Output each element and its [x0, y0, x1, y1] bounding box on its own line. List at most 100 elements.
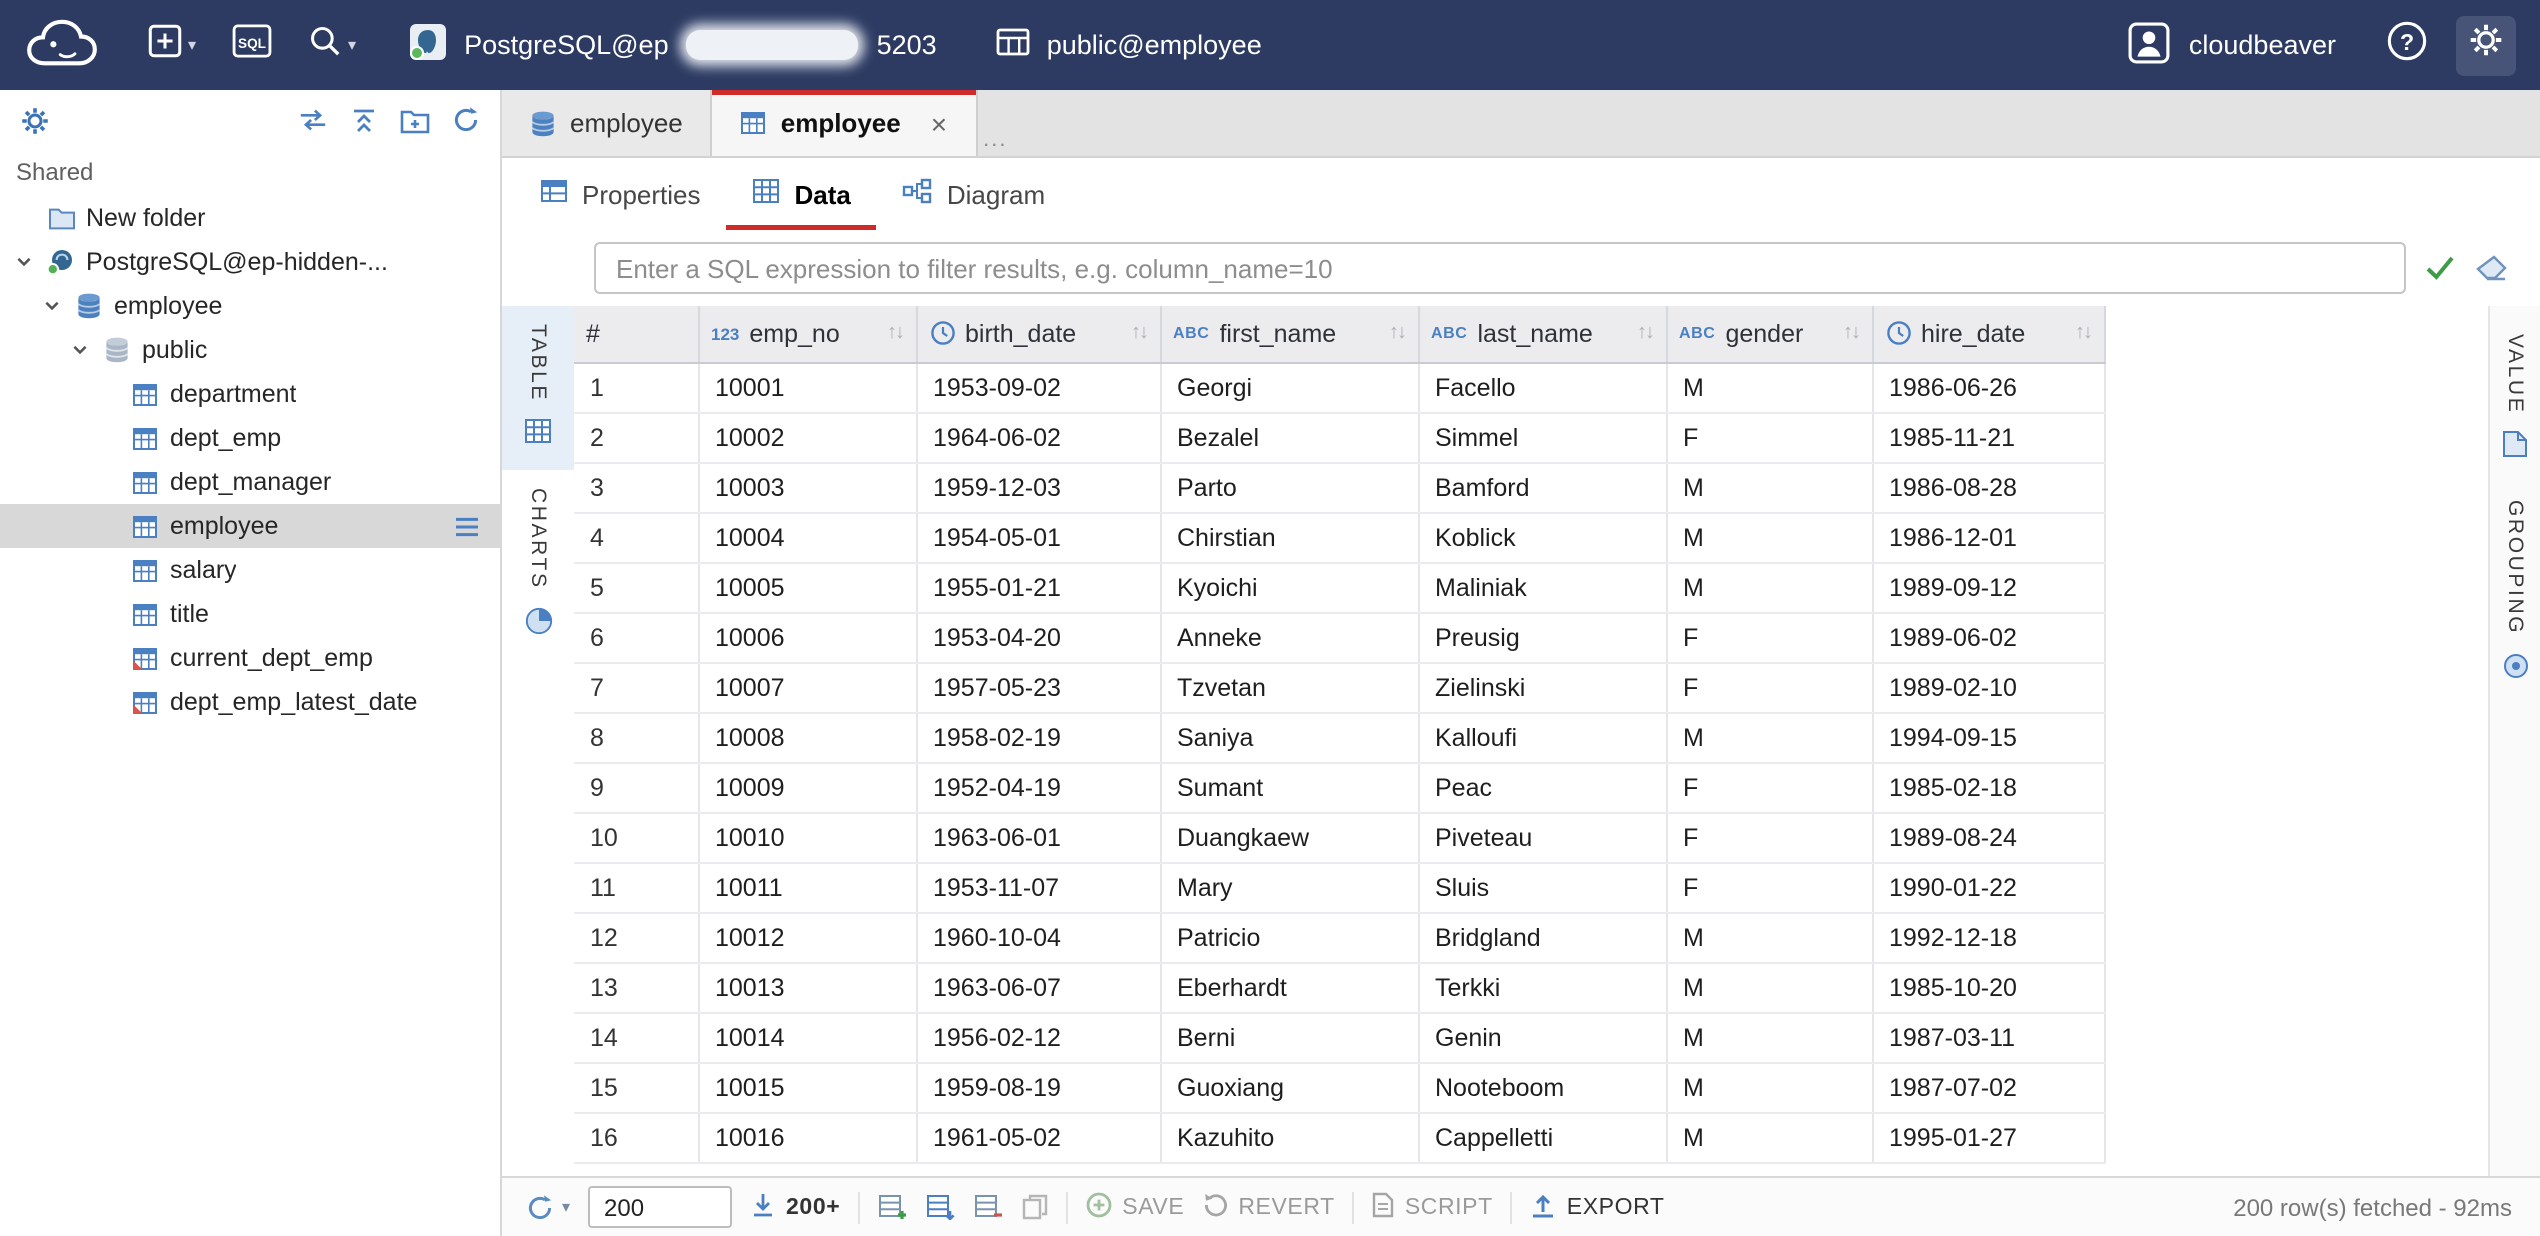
apply-filter-check-icon[interactable] [2424, 254, 2456, 282]
tree-item-salary[interactable]: salary [0, 548, 500, 592]
row-number[interactable]: 3 [574, 462, 698, 512]
cell[interactable]: 1985-02-18 [1872, 762, 2104, 812]
delete-row-icon[interactable] [974, 1194, 1004, 1220]
column-header-birth_date[interactable]: birth_date↑↓ [916, 306, 1160, 362]
cell[interactable]: Zielinski [1418, 662, 1666, 712]
sort-icon[interactable]: ↑↓ [887, 323, 903, 345]
duplicate-row-icon[interactable] [926, 1194, 956, 1220]
presentation-tab-charts[interactable]: CHARTS [502, 470, 574, 662]
cell[interactable]: 1986-06-26 [1872, 362, 2104, 412]
cell[interactable]: Parto [1160, 462, 1418, 512]
column-header-gender[interactable]: ABCgender↑↓ [1666, 306, 1872, 362]
cell[interactable]: 10005 [698, 562, 916, 612]
cell[interactable]: 1958-02-19 [916, 712, 1160, 762]
cell[interactable]: Berni [1160, 1012, 1418, 1062]
close-tab-icon[interactable]: × [931, 109, 947, 137]
cell[interactable]: Eberhardt [1160, 962, 1418, 1012]
cell[interactable]: F [1666, 662, 1872, 712]
cell[interactable]: 10009 [698, 762, 916, 812]
expand-caret-icon[interactable] [40, 296, 64, 316]
cell[interactable]: Kalloufi [1418, 712, 1666, 762]
cell[interactable]: 10007 [698, 662, 916, 712]
cell[interactable]: M [1666, 562, 1872, 612]
cell[interactable]: M [1666, 1012, 1872, 1062]
presentation-tab-table[interactable]: TABLE [502, 306, 574, 470]
row-number[interactable]: 9 [574, 762, 698, 812]
refresh-results-icon[interactable] [526, 1193, 554, 1221]
cell[interactable]: 1960-10-04 [916, 912, 1160, 962]
export-button[interactable]: EXPORT [1531, 1191, 1665, 1223]
cell[interactable]: 10011 [698, 862, 916, 912]
new-folder-icon[interactable] [400, 107, 430, 133]
cell[interactable]: 1990-01-22 [1872, 862, 2104, 912]
schema-selector[interactable]: public@employee [997, 26, 1262, 64]
row-number[interactable]: 12 [574, 912, 698, 962]
cell[interactable]: 10010 [698, 812, 916, 862]
row-number[interactable]: 10 [574, 812, 698, 862]
tree-item-employee[interactable]: employee [0, 504, 500, 548]
cell[interactable]: 1987-07-02 [1872, 1062, 2104, 1112]
cell[interactable]: Mary [1160, 862, 1418, 912]
cell[interactable]: M [1666, 1112, 1872, 1162]
add-row-icon[interactable] [878, 1194, 908, 1220]
cell[interactable]: Guoxiang [1160, 1062, 1418, 1112]
cell[interactable]: 1994-09-15 [1872, 712, 2104, 762]
cell[interactable]: Cappelletti [1418, 1112, 1666, 1162]
new-object-button[interactable]: ▾ [132, 15, 212, 75]
sync-connections-icon[interactable] [298, 108, 328, 132]
cell[interactable]: Facello [1418, 362, 1666, 412]
tree-item-postgresql-ep-hidden[interactable]: PostgreSQL@ep-hidden-... [0, 240, 500, 284]
sort-icon[interactable]: ↑↓ [1131, 323, 1147, 345]
cell[interactable]: 10013 [698, 962, 916, 1012]
cell[interactable]: F [1666, 812, 1872, 862]
cell[interactable]: 1986-08-28 [1872, 462, 2104, 512]
cell[interactable]: 1959-12-03 [916, 462, 1160, 512]
cell[interactable]: 1985-11-21 [1872, 412, 2104, 462]
clear-filter-eraser-icon[interactable] [2474, 254, 2508, 282]
connection-search-button[interactable]: ▾ [292, 15, 372, 75]
cell[interactable]: 1989-06-02 [1872, 612, 2104, 662]
cell[interactable]: 1955-01-21 [916, 562, 1160, 612]
cell[interactable]: M [1666, 512, 1872, 562]
tab-diagram[interactable]: Diagram [877, 158, 1071, 230]
cell[interactable]: 10014 [698, 1012, 916, 1062]
cell[interactable]: Piveteau [1418, 812, 1666, 862]
sql-filter-input[interactable] [594, 242, 2406, 294]
cell[interactable]: Tzvetan [1160, 662, 1418, 712]
cell[interactable]: Anneke [1160, 612, 1418, 662]
expand-caret-icon[interactable] [68, 340, 92, 360]
row-number[interactable]: 6 [574, 612, 698, 662]
cell[interactable]: 10001 [698, 362, 916, 412]
cell[interactable]: Kyoichi [1160, 562, 1418, 612]
row-number[interactable]: 1 [574, 362, 698, 412]
cell[interactable]: Genin [1418, 1012, 1666, 1062]
cell[interactable]: 1963-06-07 [916, 962, 1160, 1012]
revert-button[interactable]: REVERT [1202, 1191, 1335, 1223]
sql-editor-button[interactable]: SQL [216, 15, 288, 75]
cell[interactable]: Koblick [1418, 512, 1666, 562]
row-number[interactable]: 2 [574, 412, 698, 462]
panel-tab-value[interactable]: VALUE [2502, 318, 2528, 484]
cell[interactable]: 1987-03-11 [1872, 1012, 2104, 1062]
row-number[interactable]: 14 [574, 1012, 698, 1062]
copy-icon[interactable] [1022, 1194, 1048, 1220]
cell[interactable]: M [1666, 1062, 1872, 1112]
column-header-last_name[interactable]: ABClast_name↑↓ [1418, 306, 1666, 362]
sort-icon[interactable]: ↑↓ [1637, 323, 1653, 345]
cell[interactable]: 1986-12-01 [1872, 512, 2104, 562]
cell[interactable]: 10002 [698, 412, 916, 462]
row-number[interactable]: 4 [574, 512, 698, 562]
row-number[interactable]: 15 [574, 1062, 698, 1112]
cell[interactable]: 10003 [698, 462, 916, 512]
cell[interactable]: M [1666, 712, 1872, 762]
cell[interactable]: 1989-08-24 [1872, 812, 2104, 862]
row-number[interactable]: 16 [574, 1112, 698, 1162]
cell[interactable]: 10006 [698, 612, 916, 662]
refresh-menu-chevron-icon[interactable]: ▾ [562, 1198, 570, 1216]
cell[interactable]: 1952-04-19 [916, 762, 1160, 812]
cell[interactable]: 10012 [698, 912, 916, 962]
cell[interactable]: Saniya [1160, 712, 1418, 762]
tree-item-employee[interactable]: employee [0, 284, 500, 328]
refresh-tree-icon[interactable] [452, 106, 480, 134]
tree-item-new-folder[interactable]: New folder [0, 196, 500, 240]
